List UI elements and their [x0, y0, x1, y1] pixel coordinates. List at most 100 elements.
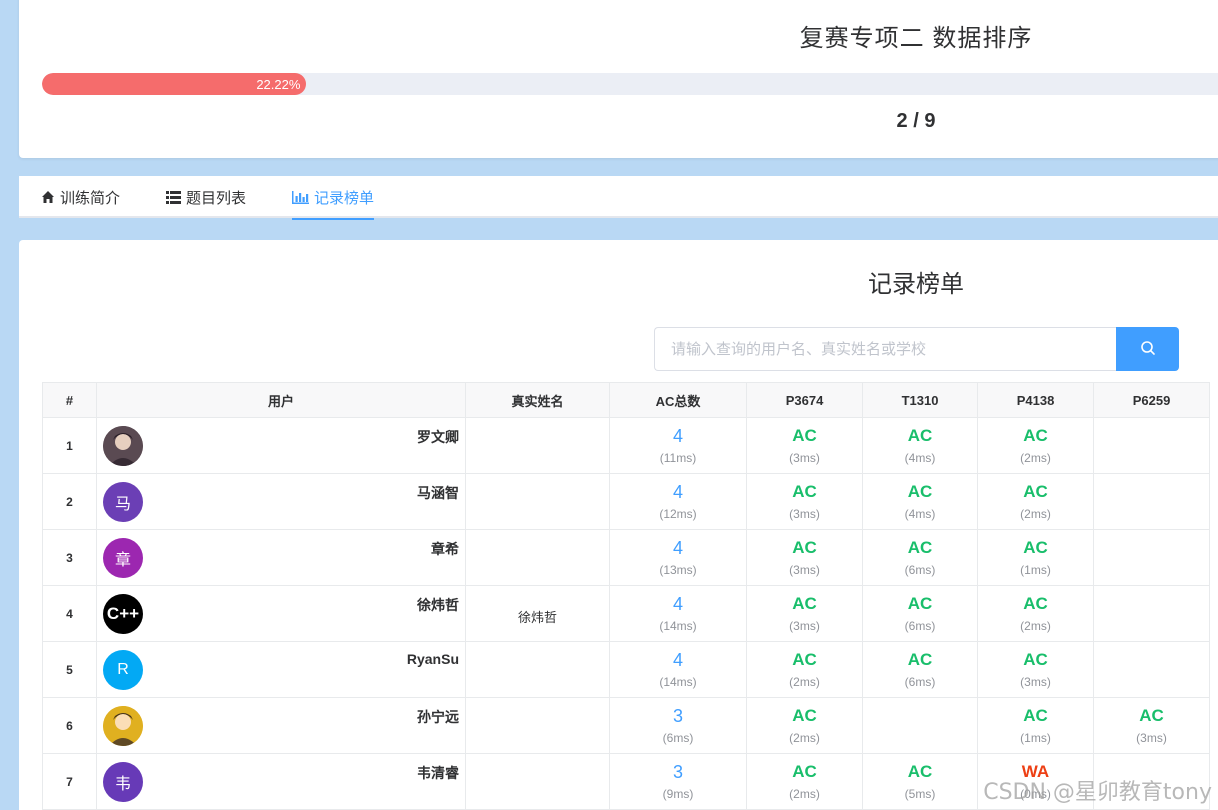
tab-intro[interactable]: 训练简介	[41, 176, 120, 218]
table-header-row: # 用户 真实姓名 AC总数 P3674 T1310 P4138 P6259	[42, 382, 1210, 418]
verdict: AC	[907, 482, 933, 501]
ac-total-cell: 4 (14ms)	[609, 641, 747, 698]
rank-cell: 1	[42, 417, 97, 474]
rank: 6	[66, 719, 73, 733]
realname-cell	[465, 529, 610, 586]
run-time: (3ms)	[1020, 675, 1051, 689]
problem-result-cell[interactable]	[1093, 473, 1210, 530]
verdict: AC	[1023, 650, 1048, 669]
avatar[interactable]	[103, 425, 143, 466]
search-button[interactable]	[1116, 327, 1179, 371]
run-time: (4ms)	[904, 451, 936, 465]
problem-result-cell[interactable]: AC (3ms)	[746, 417, 863, 474]
problem-result-cell[interactable]: AC (3ms)	[746, 473, 863, 530]
username[interactable]: 徐炜哲	[417, 595, 459, 615]
ac-total-cell: 4 (13ms)	[609, 529, 747, 586]
tab-problem-list-label: 题目列表	[186, 189, 247, 207]
table-row: 1 罗文卿 4 (11ms) AC (3ms) AC (4ms) AC (2ms)	[42, 417, 1210, 474]
problem-result-cell[interactable]: AC (5ms)	[862, 753, 978, 810]
run-time: (4ms)	[904, 507, 936, 521]
ac-total-cell: 4 (14ms)	[609, 585, 747, 642]
run-time: (3ms)	[1136, 731, 1167, 745]
ac-total-cell: 3 (9ms)	[609, 753, 747, 810]
column-header[interactable]: AC总数	[609, 382, 747, 418]
run-time: (3ms)	[789, 507, 820, 521]
realname	[466, 555, 609, 561]
problem-result-cell[interactable]: AC (2ms)	[977, 585, 1094, 642]
run-time: (6ms)	[904, 563, 936, 577]
total-time: (12ms)	[659, 507, 697, 521]
column-header[interactable]: T1310	[862, 382, 978, 418]
username[interactable]: 韦清睿	[417, 763, 459, 783]
verdict: AC	[1023, 426, 1048, 445]
rank-cell: 5	[42, 641, 97, 698]
problem-result-cell[interactable]: AC (6ms)	[862, 529, 978, 586]
rank: 7	[66, 775, 73, 789]
username[interactable]: 马涵智	[417, 483, 459, 503]
problem-result-cell[interactable]: AC (4ms)	[862, 473, 978, 530]
ac-total-cell: 3 (6ms)	[609, 697, 747, 754]
tab-leaderboard[interactable]: 记录榜单	[292, 176, 375, 220]
problem-result-cell[interactable]: AC (3ms)	[977, 641, 1094, 698]
verdict: AC	[792, 650, 817, 669]
bar-chart-icon	[292, 190, 309, 204]
problem-result-cell[interactable]: AC (2ms)	[746, 697, 863, 754]
table-row: 6 孙宁远 3 (6ms) AC (2ms) AC (1ms) AC (3ms)	[42, 697, 1210, 754]
realname	[466, 443, 609, 449]
rank-cell: 6	[42, 697, 97, 754]
run-time: (6ms)	[904, 619, 936, 633]
problem-result-cell[interactable]: AC (2ms)	[977, 473, 1094, 530]
problem-result-cell[interactable]	[862, 697, 978, 754]
verdict: AC	[1023, 706, 1048, 725]
problem-result-cell[interactable]	[1093, 417, 1210, 474]
column-header[interactable]: P6259	[1093, 382, 1210, 418]
ac-total: 4	[672, 538, 683, 558]
rank-cell: 4	[42, 585, 97, 642]
problem-result-cell[interactable]: AC (2ms)	[746, 641, 863, 698]
user-cell: C++ 徐炜哲	[96, 585, 466, 642]
run-time: (6ms)	[904, 675, 936, 689]
user-cell: R RyanSu	[96, 641, 466, 698]
leaderboard-title: 记录榜单	[868, 271, 964, 298]
realname-cell	[465, 753, 610, 810]
avatar[interactable]: 韦	[103, 761, 143, 802]
avatar[interactable]: 章	[103, 537, 143, 578]
username[interactable]: 章希	[431, 539, 459, 559]
total-time: (11ms)	[659, 451, 697, 465]
problem-result-cell[interactable]: AC (4ms)	[862, 417, 978, 474]
user-cell: 罗文卿	[96, 417, 466, 474]
username[interactable]: 孙宁远	[417, 707, 459, 727]
avatar[interactable]: R	[103, 649, 143, 690]
problem-result-cell[interactable]: AC (6ms)	[862, 641, 978, 698]
search-input[interactable]	[654, 327, 1116, 371]
realname	[466, 779, 609, 785]
verdict: AC	[792, 762, 817, 781]
problem-result-cell[interactable]: AC (2ms)	[746, 753, 863, 810]
problem-result-cell[interactable]: AC (3ms)	[746, 529, 863, 586]
avatar-letter: R	[117, 660, 129, 678]
problem-result-cell[interactable]	[1093, 641, 1210, 698]
column-header[interactable]: P3674	[746, 382, 863, 418]
problem-result-cell[interactable]: AC (3ms)	[1093, 697, 1210, 754]
avatar[interactable]: C++	[103, 593, 143, 634]
run-time: (2ms)	[1020, 507, 1051, 521]
problem-result-cell[interactable]: AC (2ms)	[977, 417, 1094, 474]
problem-result-cell[interactable]: AC (1ms)	[977, 529, 1094, 586]
run-time: (1ms)	[1020, 563, 1051, 577]
problem-result-cell[interactable]: AC (6ms)	[862, 585, 978, 642]
problem-result-cell[interactable]: AC (1ms)	[977, 697, 1094, 754]
avatar-letter: 韦	[114, 775, 131, 793]
progress-bar: 22.22%	[42, 73, 1218, 95]
tab-problem-list[interactable]: 题目列表	[166, 176, 246, 218]
username[interactable]: RyanSu	[407, 651, 459, 667]
problem-result-cell[interactable]: AC (3ms)	[746, 585, 863, 642]
run-time: (3ms)	[789, 563, 820, 577]
avatar[interactable]: 马	[103, 481, 143, 522]
username[interactable]: 罗文卿	[417, 427, 459, 447]
problem-result-cell[interactable]	[1093, 529, 1210, 586]
column-header[interactable]: P4138	[977, 382, 1094, 418]
total-time: (9ms)	[662, 787, 694, 801]
avatar[interactable]	[103, 705, 143, 746]
ac-total: 4	[672, 426, 683, 446]
problem-result-cell[interactable]	[1093, 585, 1210, 642]
